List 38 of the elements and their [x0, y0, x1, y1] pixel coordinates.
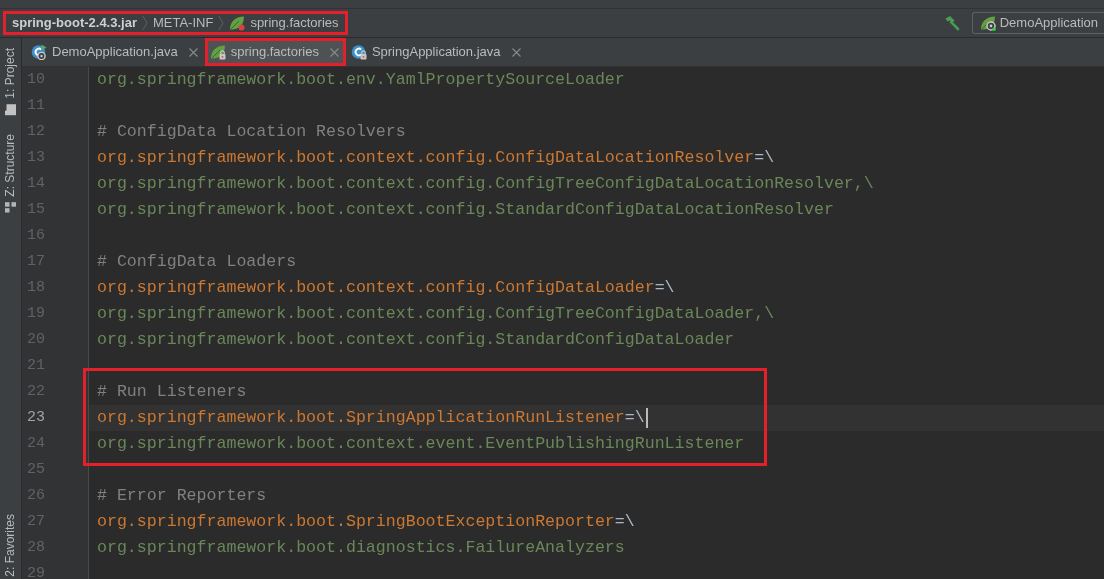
code-line: org.springframework.boot.context.config.StandardConfigDataLocationResolver [97, 199, 834, 221]
code-line: org.springframework.boot.context.config.ConfigTreeConfigDataLoader,\ [97, 303, 775, 325]
breadcrumb-item[interactable]: spring-boot-2.4.3.jar [12, 15, 137, 31]
structure-icon [5, 201, 16, 213]
code-line: # Error Reporters [97, 485, 267, 507]
tool-window-button[interactable]: 1: Project [0, 46, 21, 118]
leaf-icon [229, 15, 246, 31]
code-line: # ConfigData Loaders [97, 251, 297, 273]
class-icon [31, 44, 47, 60]
code-line: # Run Listeners [97, 381, 247, 403]
text-cursor [645, 408, 648, 428]
tool-window-button[interactable]: 2: Favorites [0, 512, 21, 579]
chevron-icon [218, 15, 225, 31]
leaf-icon [209, 44, 226, 60]
code-line: org.springframework.boot.SpringBootExceptionReporter=\ [97, 511, 635, 533]
code-line: org.springframework.boot.diagnostics.FailureAnalyzers [97, 537, 625, 559]
tool-window-button[interactable]: Z: Structure [0, 131, 21, 215]
code-line: org.springframework.boot.context.config.ConfigDataLocationResolver=\ [97, 147, 775, 169]
code-line: org.springframework.boot.context.config.ConfigTreeConfigDataLocationResolver,\ [97, 173, 874, 195]
close-icon[interactable] [511, 47, 521, 57]
code-line: org.springframework.boot.context.config.StandardConfigDataLoader [97, 329, 735, 351]
code-line: org.springframework.boot.SpringApplicationRunListener=\ [97, 407, 645, 429]
code-line: # ConfigData Location Resolvers [97, 121, 406, 143]
breadcrumb-item[interactable]: META-INF [152, 15, 214, 31]
hammer-icon[interactable] [943, 15, 960, 31]
class-icon [350, 44, 367, 60]
chevron-icon [141, 15, 148, 31]
leaf-icon [979, 15, 996, 31]
editor-tab[interactable]: spring.factories [204, 38, 346, 66]
breadcrumb-item[interactable]: spring.factories [250, 15, 339, 31]
code-line: org.springframework.boot.env.YamlPropertySourceLoader [97, 69, 625, 91]
close-icon[interactable] [329, 47, 339, 57]
close-icon[interactable] [188, 47, 198, 57]
code-line: org.springframework.boot.context.config.ConfigDataLoader=\ [97, 277, 675, 299]
run-config-dropdown[interactable]: DemoApplication [971, 12, 1104, 34]
folder-icon [5, 103, 16, 116]
line-number: 23 [27, 409, 45, 426]
code-line: org.springframework.boot.context.event.EventPublishingRunListener [97, 433, 745, 455]
